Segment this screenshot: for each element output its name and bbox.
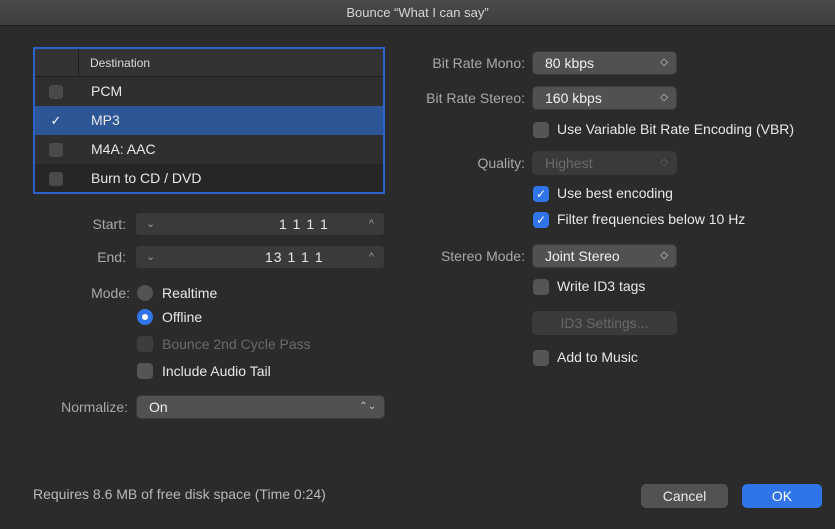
end-label: End: (97, 249, 126, 265)
destination-item-mp3[interactable]: ✓ MP3 (35, 106, 383, 135)
updown-arrows-icon: ◇ (660, 57, 668, 68)
bitrate-stereo-label: Bit Rate Stereo: (426, 90, 525, 106)
bitrate-stereo-popup[interactable]: 160 kbps ◇ (532, 86, 677, 110)
destination-item-burn[interactable]: Burn to CD / DVD (35, 164, 383, 192)
include-tail-checkbox[interactable] (137, 363, 153, 379)
end-position-value[interactable]: 13 1 1 1 (265, 246, 324, 269)
chevron-down-icon[interactable]: ⌄ (146, 246, 155, 268)
normalize-value: On (149, 399, 168, 415)
offline-radio[interactable] (137, 309, 153, 325)
ok-button[interactable]: OK (742, 484, 822, 508)
chevron-down-icon[interactable]: ⌄ (146, 213, 155, 235)
column-divider (78, 49, 79, 77)
destination-item-label: Burn to CD / DVD (91, 170, 202, 186)
chevron-up-icon[interactable]: ^ (369, 246, 374, 268)
destination-header-label: Destination (90, 56, 151, 70)
destination-item-pcm[interactable]: PCM (35, 77, 383, 106)
destination-item-m4a[interactable]: M4A: AAC (35, 135, 383, 164)
bitrate-mono-label: Bit Rate Mono: (432, 55, 525, 71)
cancel-button[interactable]: Cancel (641, 484, 728, 508)
realtime-label[interactable]: Realtime (162, 285, 217, 301)
quality-value: Highest (545, 155, 593, 171)
start-label: Start: (92, 216, 126, 232)
quality-popup[interactable]: Highest ◇ (532, 151, 677, 175)
updown-arrows-icon: ◇ (660, 92, 668, 103)
disk-space-status: Requires 8.6 MB of free disk space (Time… (33, 486, 326, 502)
checkbox-m4a[interactable] (49, 143, 63, 157)
destination-header[interactable]: Destination (35, 49, 383, 77)
bitrate-stereo-value: 160 kbps (545, 90, 602, 106)
normalize-label: Normalize: (61, 399, 128, 415)
bounce-cycle-label: Bounce 2nd Cycle Pass (162, 336, 311, 352)
chevron-up-icon[interactable]: ^ (369, 213, 374, 235)
checkbox-mp3[interactable]: ✓ (49, 114, 63, 128)
normalize-popup[interactable]: On ⌃⌄ (136, 395, 385, 419)
include-tail-label[interactable]: Include Audio Tail (162, 363, 271, 379)
destination-item-label: PCM (91, 83, 123, 99)
filter-checkbox[interactable]: ✓ (533, 212, 549, 228)
bounce-cycle-checkbox[interactable] (137, 336, 153, 352)
updown-arrows-icon: ⌃⌄ (359, 401, 376, 412)
destination-item-label: MP3 (91, 112, 120, 128)
id3-tags-label[interactable]: Write ID3 tags (557, 278, 645, 294)
best-encoding-label[interactable]: Use best encoding (557, 185, 673, 201)
window-title: Bounce “What I can say” (0, 0, 835, 26)
checkbox-burn[interactable] (49, 172, 63, 186)
checkbox-pcm[interactable] (49, 85, 63, 99)
stereo-mode-label: Stereo Mode: (440, 248, 525, 264)
quality-label: Quality: (477, 155, 525, 171)
best-encoding-checkbox[interactable]: ✓ (533, 186, 549, 202)
stereo-mode-popup[interactable]: Joint Stereo ◇ (532, 244, 677, 268)
add-to-music-checkbox[interactable] (533, 350, 549, 366)
realtime-radio[interactable] (137, 285, 153, 301)
destination-list[interactable]: Destination PCM ✓ MP3 M4A: AAC Burn to C… (33, 47, 385, 194)
end-position-field[interactable]: ⌄ 13 1 1 1 ^ (135, 245, 385, 269)
mode-label: Mode: (91, 285, 130, 301)
id3-tags-checkbox[interactable] (533, 279, 549, 295)
updown-arrows-icon: ◇ (660, 250, 668, 261)
vbr-label[interactable]: Use Variable Bit Rate Encoding (VBR) (557, 121, 794, 137)
id3-settings-button[interactable]: ID3 Settings... (532, 311, 677, 335)
add-to-music-label[interactable]: Add to Music (557, 349, 638, 365)
vbr-checkbox[interactable] (533, 122, 549, 138)
filter-label[interactable]: Filter frequencies below 10 Hz (557, 211, 745, 227)
start-position-value[interactable]: 1 1 1 1 (279, 213, 329, 236)
offline-label[interactable]: Offline (162, 309, 202, 325)
bitrate-mono-popup[interactable]: 80 kbps ◇ (532, 51, 677, 75)
updown-arrows-icon: ◇ (660, 157, 668, 168)
start-position-field[interactable]: ⌄ 1 1 1 1 ^ (135, 212, 385, 236)
destination-item-label: M4A: AAC (91, 141, 156, 157)
stereo-mode-value: Joint Stereo (545, 248, 620, 264)
bitrate-mono-value: 80 kbps (545, 55, 595, 71)
